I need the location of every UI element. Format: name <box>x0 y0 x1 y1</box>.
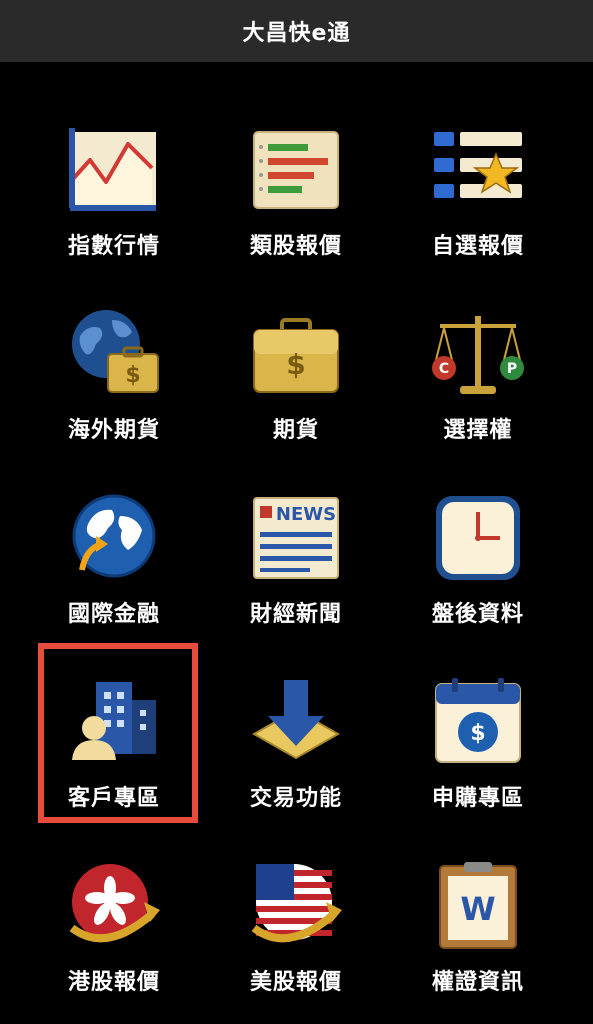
menu-item-financial-news[interactable]: NEWS 財經新聞 <box>206 482 386 642</box>
menu-item-customer-area[interactable]: 客戶專區 <box>24 666 204 826</box>
globe-briefcase-icon: $ <box>72 310 159 393</box>
svg-text:P: P <box>507 361 517 377</box>
menu-item-us-stock-quotes[interactable]: 美股報價 <box>206 850 386 1010</box>
newspaper-icon: NEWS <box>253 497 339 579</box>
menu-item-international-finance[interactable]: 國際金融 <box>24 482 204 642</box>
menu-item-index-quotes[interactable]: 指數行情 <box>24 114 204 274</box>
us-flag-icon <box>251 864 342 943</box>
svg-text:C: C <box>439 361 449 377</box>
clock-icon <box>436 496 520 580</box>
menu-item-after-hours-data[interactable]: 盤後資料 <box>388 482 568 642</box>
index-chart-icon <box>69 128 156 211</box>
menu-item-watchlist-quotes[interactable]: 自選報價 <box>388 114 568 274</box>
menu-item-subscription-area[interactable]: $ 申購專區 <box>388 666 568 826</box>
menu-item-trading-functions[interactable]: 交易功能 <box>206 666 386 826</box>
menu-item-warrant-info[interactable]: W 權證資訊 <box>388 850 568 1010</box>
menu-label: 海外期貨 <box>67 418 160 443</box>
customer-building-icon <box>72 682 156 760</box>
menu-label: 期貨 <box>272 418 319 443</box>
menu-item-overseas-futures[interactable]: $ 海外期貨 <box>24 298 204 458</box>
calendar-dollar-icon: $ <box>435 678 521 763</box>
menu-label: 類股報價 <box>249 234 342 259</box>
menu-grid: 指數行情 類股報價 自選報價 $ 海外期貨 $ 期貨 C P 選擇權 國際金融 … <box>0 62 593 1024</box>
hongkong-flag-icon <box>69 864 160 943</box>
menu-label: 申購專區 <box>431 786 524 811</box>
scale-cp-icon: C P <box>432 316 524 394</box>
title-bar: 大昌快e通 <box>0 0 593 62</box>
svg-text:$: $ <box>125 363 140 388</box>
sector-bars-icon <box>253 131 339 209</box>
menu-label: 選擇權 <box>443 418 513 443</box>
menu-label: 美股報價 <box>249 970 342 995</box>
globe-arrow-icon <box>72 494 156 578</box>
menu-label: 指數行情 <box>67 234 160 259</box>
menu-label: 權證資訊 <box>431 970 524 995</box>
menu-label: 客戶專區 <box>67 786 160 811</box>
menu-item-futures[interactable]: $ 期貨 <box>206 298 386 458</box>
download-arrow-icon <box>251 680 341 760</box>
menu-label: 港股報價 <box>67 970 160 995</box>
menu-label: 財經新聞 <box>249 602 342 627</box>
clipboard-w-icon: W <box>439 862 517 949</box>
svg-text:W: W <box>460 890 495 928</box>
app-title: 大昌快e通 <box>242 21 351 46</box>
menu-item-options[interactable]: C P 選擇權 <box>388 298 568 458</box>
menu-label: 自選報價 <box>431 234 524 259</box>
watchlist-star-icon <box>434 132 522 198</box>
menu-item-sector-quotes[interactable]: 類股報價 <box>206 114 386 274</box>
menu-label: 盤後資料 <box>431 602 524 627</box>
svg-text:NEWS: NEWS <box>276 504 336 525</box>
menu-label: 交易功能 <box>249 786 342 811</box>
briefcase-dollar-icon: $ <box>253 318 339 393</box>
svg-text:$: $ <box>470 721 485 746</box>
svg-text:$: $ <box>286 348 305 381</box>
menu-label: 國際金融 <box>67 602 160 627</box>
menu-item-hk-stock-quotes[interactable]: 港股報價 <box>24 850 204 1010</box>
